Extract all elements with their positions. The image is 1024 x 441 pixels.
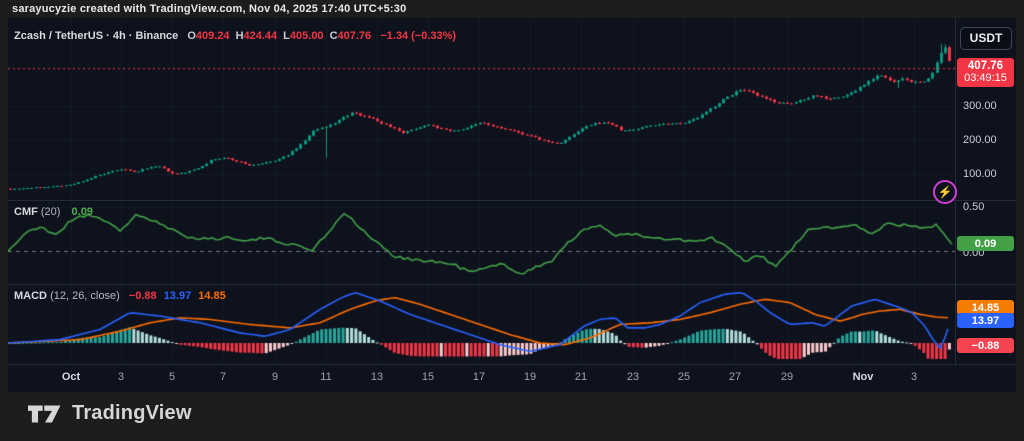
macd-value: 13.97 (164, 290, 192, 302)
pane-separator[interactable] (8, 200, 1016, 201)
time-axis-label: 9 (272, 371, 278, 383)
macd-title[interactable]: MACD (12, 26, close) (14, 290, 120, 302)
boost-icon[interactable]: ⚡ (933, 180, 957, 204)
lightning-icon: ⚡ (938, 185, 953, 199)
price-axis-label: 200.00 (963, 134, 997, 146)
symbol-title[interactable]: Zcash / TetherUS · 4h · Binance (14, 30, 178, 42)
ohlc-key: L (283, 30, 290, 42)
time-axis-label: 23 (627, 371, 639, 383)
time-axis-label: 25 (678, 371, 690, 383)
time-axis-label: Oct (62, 371, 80, 383)
cmf-value: 0.09 (72, 206, 93, 218)
last-price: 407.76 (957, 60, 1014, 72)
time-axis-label: 21 (575, 371, 587, 383)
tradingview-logo[interactable]: TradingView (28, 402, 192, 425)
page: sarayucyzie created with TradingView.com… (0, 0, 1024, 441)
ohlc-key: C (330, 30, 338, 42)
time-axis-label: 7 (220, 371, 226, 383)
macd-value: −0.88 (129, 290, 157, 302)
pane-separator[interactable] (8, 284, 1016, 285)
countdown-timer: 03:49:15 (957, 72, 1014, 84)
time-axis-label: 27 (729, 371, 741, 383)
macd-values: −0.88 13.97 14.85 (129, 290, 233, 302)
candlestick-chart-canvas[interactable] (8, 18, 955, 200)
main-chart-legend: Zcash / TetherUS · 4h · Binance O409.24 H… (14, 30, 462, 42)
indicator-value-badge: −0.88 (957, 338, 1014, 353)
time-axis-label: 5 (169, 371, 175, 383)
macd-value: 14.85 (198, 290, 226, 302)
ohlc-values: O409.24 H424.44 L405.00 C407.76 (187, 30, 377, 42)
price-axis-label: 300.00 (963, 100, 997, 112)
change-value: −1.34 (−0.33%) (380, 30, 456, 42)
ohlc-value: 409.24 (196, 30, 230, 42)
footer-bar: TradingView (0, 392, 1024, 441)
cmf-title[interactable]: CMF (20) (14, 206, 60, 218)
cmf-indicator-canvas[interactable] (8, 200, 955, 284)
time-axis-label: 15 (422, 371, 434, 383)
cmf-legend: CMF (20) 0.09 (14, 206, 100, 218)
tradingview-logo-text: TradingView (72, 402, 192, 425)
currency-toggle-button[interactable]: USDT (960, 27, 1012, 50)
time-axis[interactable]: Oct 3 5 7 9 11 13 15 17 19 21 23 25 27 29 Nov 3 (8, 364, 1016, 392)
indicator-value-badge: 0.09 (957, 236, 1014, 251)
ohlc-key: H (236, 30, 244, 42)
attribution-text: sarayucyzie created with TradingView.com… (12, 3, 406, 15)
price-axis[interactable]: USDT 407.76 03:49:15 300.00 200.00 100.00 0… (955, 18, 1016, 364)
ohlc-key: O (187, 30, 196, 42)
time-axis-label: 19 (524, 371, 536, 383)
last-price-badge: 407.76 03:49:15 (957, 58, 1014, 87)
indicator-value-badge: 13.97 (957, 313, 1014, 328)
ohlc-value: 405.00 (290, 30, 324, 42)
price-axis-label: 0.50 (963, 201, 984, 213)
time-axis-label: 13 (371, 371, 383, 383)
time-axis-label: 3 (911, 371, 917, 383)
tradingview-logo-icon (28, 403, 62, 425)
time-axis-label: 3 (118, 371, 124, 383)
macd-legend: MACD (12, 26, close) −0.88 13.97 14.85 (14, 290, 233, 302)
time-axis-label: Nov (853, 371, 874, 383)
time-axis-label: 17 (473, 371, 485, 383)
ohlc-value: 424.44 (244, 30, 278, 42)
time-axis-label: 29 (781, 371, 793, 383)
price-axis-label: 100.00 (963, 168, 997, 180)
time-axis-label: 11 (320, 371, 331, 383)
ohlc-value: 407.76 (338, 30, 372, 42)
